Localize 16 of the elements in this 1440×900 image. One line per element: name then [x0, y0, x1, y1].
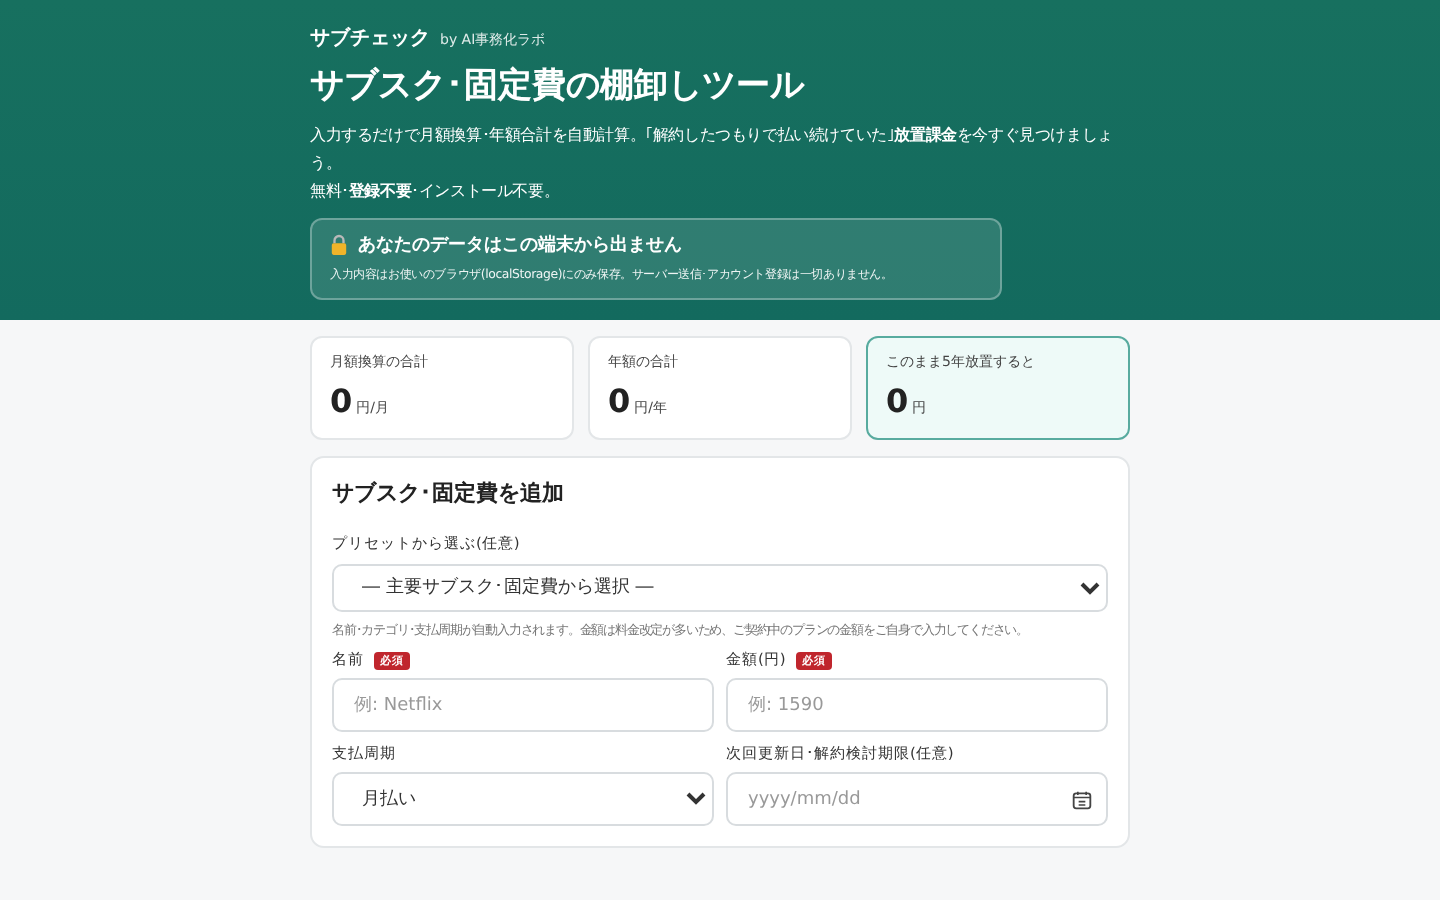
stat-value: 0 — [330, 382, 353, 420]
calendar-icon[interactable] — [1072, 790, 1092, 810]
privacy-title: あなたのデータはこの端末から出ません — [358, 232, 682, 258]
stat-value: 0 — [608, 382, 631, 420]
date-field[interactable]: yyyy/mm/dd — [726, 772, 1108, 826]
lock-icon — [330, 234, 348, 256]
intro-text: 入力するだけで月額換算･年額合計を自動計算。｢解約したつもりで払い続けていた｣放置課金を今すぐ見つけましょう。 — [310, 122, 1115, 176]
feature-note: 無料･登録不要･インストール不要。 — [310, 178, 562, 204]
preset-select[interactable]: ― 主要サブスク･固定費から選択 ― — [332, 564, 1108, 612]
stat-value: 0 — [886, 382, 909, 420]
cycle-select[interactable]: 月払い — [332, 772, 714, 826]
input-field[interactable]: 例: Netflix — [332, 678, 714, 732]
form-title: サブスク･固定費を追加 — [332, 478, 566, 508]
brand-name: サブチェック — [310, 25, 430, 52]
input-field[interactable]: 例: 1590 — [726, 678, 1108, 732]
page-title: サブスク･固定費の棚卸しツール — [310, 64, 807, 108]
